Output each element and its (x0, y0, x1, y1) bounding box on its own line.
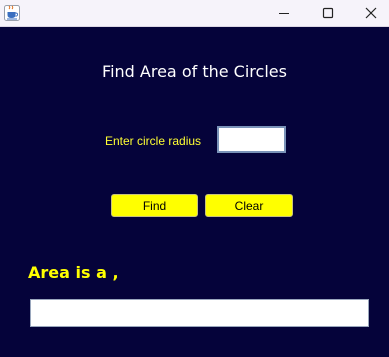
title-bar[interactable] (0, 0, 389, 27)
app-window: Find Area of the Circles Enter circle ra… (0, 0, 389, 357)
clear-button[interactable]: Clear (205, 194, 293, 217)
minimize-icon (279, 13, 289, 14)
maximize-icon (322, 7, 334, 19)
java-coffee-cup-icon (4, 5, 20, 21)
radius-input[interactable] (217, 126, 286, 153)
result-label: Area is a , (28, 263, 119, 282)
page-title: Find Area of the Circles (102, 62, 287, 81)
minimize-button[interactable] (266, 0, 302, 26)
find-button[interactable]: Find (111, 194, 198, 217)
content-panel: Find Area of the Circles Enter circle ra… (0, 27, 389, 357)
maximize-button[interactable] (310, 0, 346, 26)
radius-label: Enter circle radius (105, 134, 202, 148)
close-icon (365, 7, 377, 19)
result-field[interactable] (30, 299, 369, 327)
close-button[interactable] (353, 0, 389, 26)
